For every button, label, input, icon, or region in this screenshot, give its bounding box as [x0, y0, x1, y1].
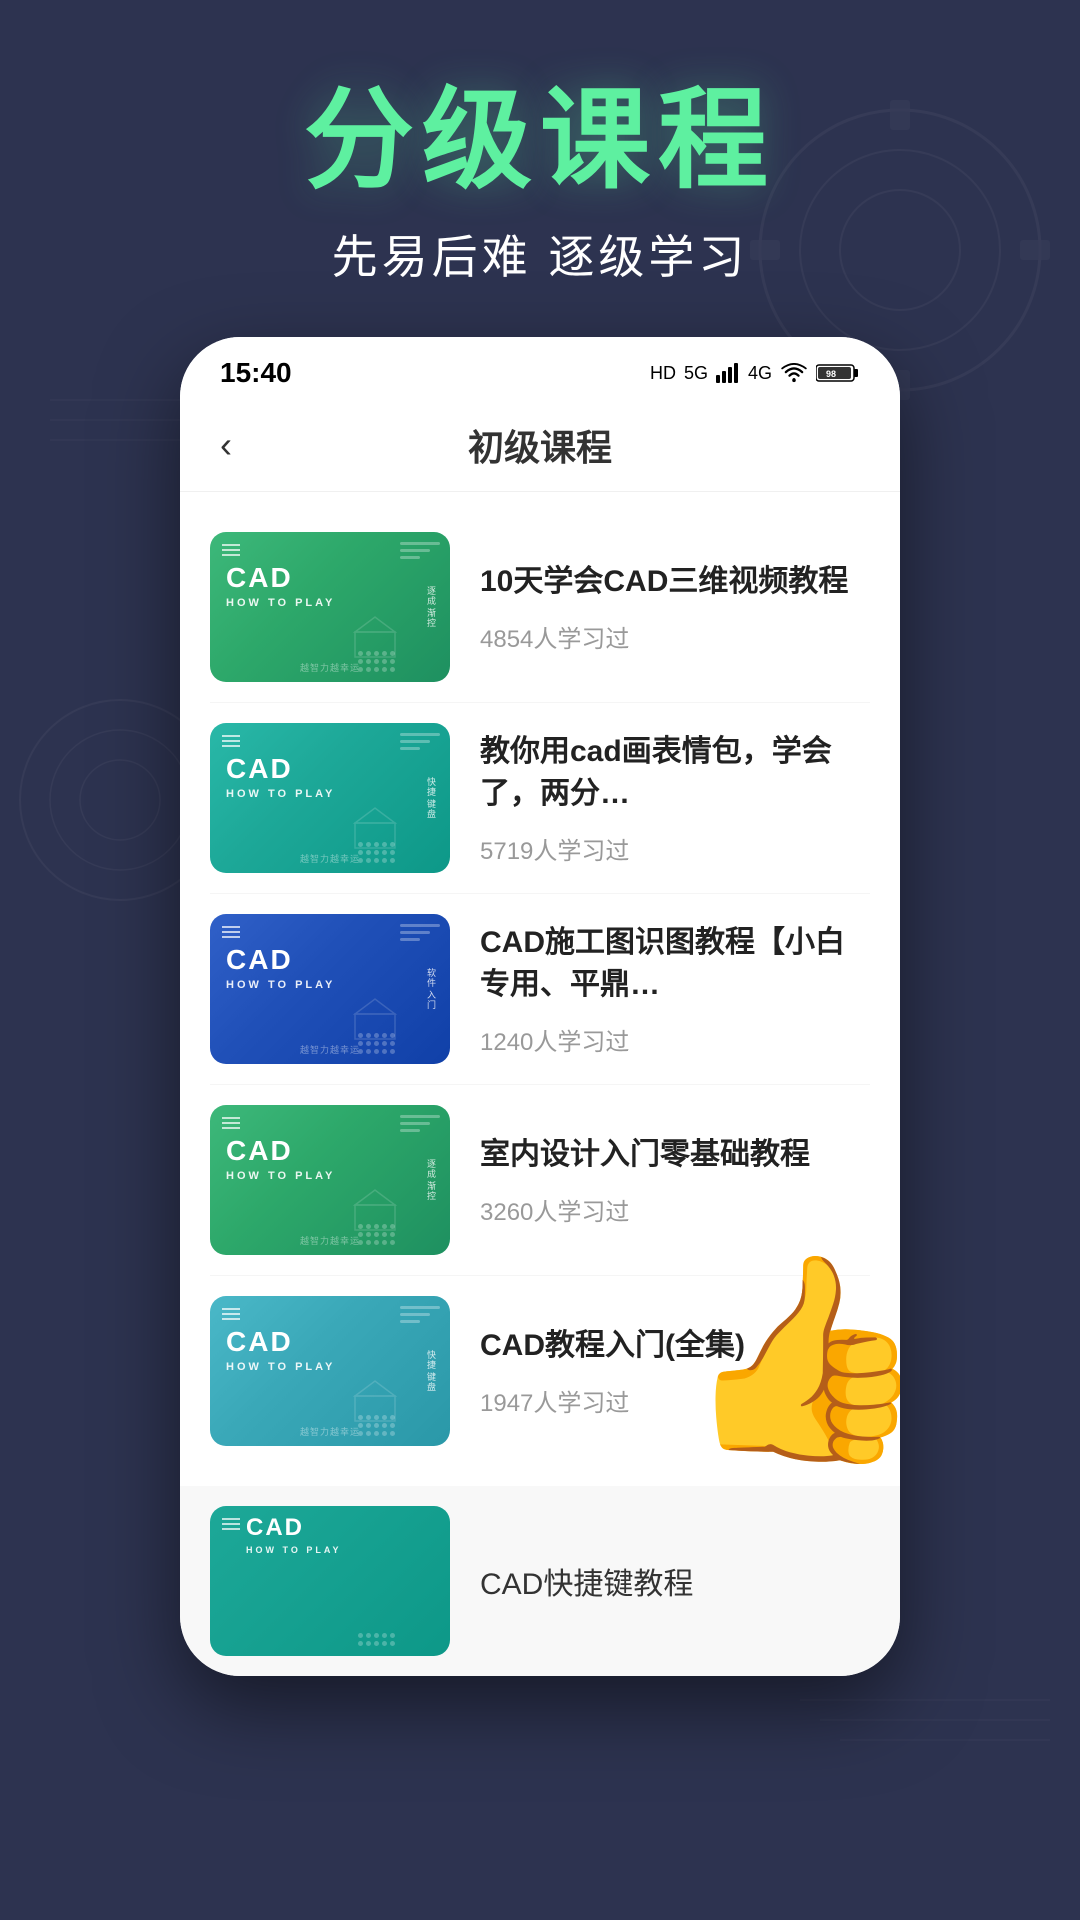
- navigation-bar: ‹ 初级课程: [180, 399, 900, 492]
- course-thumb-6: CAD HOW TO PLAY: [210, 1506, 450, 1656]
- course-info: 室内设计入门零基础教程 3260人学习过: [480, 1134, 870, 1227]
- cad-badge: 快捷 键盘: [425, 777, 438, 819]
- course-thumb-2: CAD HOW TO PLAY 快捷 键盘 越智力越幸运: [210, 723, 450, 873]
- bottom-partial-item[interactable]: CAD HOW TO PLAY CAD快捷键教程: [180, 1486, 900, 1676]
- course-title: 教你用cad画表情包，学会了，两分…: [480, 731, 870, 815]
- subtitle: 先易后难 逐级学习: [304, 221, 776, 287]
- cad-label: CAD: [226, 1135, 450, 1167]
- cad-sublabel: HOW TO PLAY: [226, 597, 450, 609]
- main-title: 分级课程: [304, 80, 776, 201]
- cad-badge: 快捷 键盘: [425, 1350, 438, 1392]
- course-thumb-1: CAD HOW TO PLAY 逐成 渐控 越智力越幸运: [210, 532, 450, 682]
- 4g-indicator: 4G: [748, 363, 772, 384]
- thumb-decoration: 👍: [681, 1241, 900, 1476]
- page-wrapper: 分级课程 先易后难 逐级学习 15:40 HD 5G 4G: [0, 0, 1080, 1676]
- page-title: 初级课程: [468, 419, 612, 471]
- header-section: 分级课程 先易后难 逐级学习: [304, 80, 776, 287]
- course-title: 室内设计入门零基础教程: [480, 1134, 870, 1176]
- cad-sublabel: HOW TO PLAY: [226, 788, 450, 800]
- cad-label: CAD: [226, 1326, 450, 1358]
- course-thumb-3: CAD HOW TO PLAY 软件 入门 越智力越幸运: [210, 914, 450, 1064]
- cad-watermark: 越智力越幸运: [300, 852, 360, 865]
- cad-badge: 逐成 渐控: [425, 1159, 438, 1201]
- course-thumb-4: CAD HOW TO PLAY 逐成 渐控 越智力越幸运: [210, 1105, 450, 1255]
- 5g-indicator: 5G: [684, 363, 708, 384]
- course-title: 10天学会CAD三维视频教程: [480, 561, 870, 603]
- status-time: 15:40: [220, 357, 292, 389]
- course-learners: 4854人学习过: [480, 619, 870, 654]
- course-learners: 3260人学习过: [480, 1192, 870, 1227]
- wifi-icon: [780, 363, 808, 383]
- cad-badge: 逐成 渐控: [425, 586, 438, 628]
- course-title: CAD施工图识图教程【小白专用、平鼎…: [480, 922, 870, 1006]
- signal-icon: [716, 363, 740, 383]
- status-bar: 15:40 HD 5G 4G: [180, 337, 900, 399]
- cad-watermark: 越智力越幸运: [300, 661, 360, 674]
- course-item[interactable]: CAD HOW TO PLAY 快捷 键盘 越智力越幸运 教你用: [210, 703, 870, 894]
- cad-label: CAD: [226, 753, 450, 785]
- course-learners: 5719人学习过: [480, 831, 870, 866]
- cad-watermark: 越智力越幸运: [300, 1043, 360, 1056]
- cad-sublabel: HOW TO PLAY: [226, 1361, 450, 1373]
- back-button[interactable]: ‹: [220, 424, 232, 466]
- course-item[interactable]: CAD HOW TO PLAY 逐成 渐控 越智力越幸运 10天: [210, 512, 870, 703]
- course-learners: 1240人学习过: [480, 1022, 870, 1057]
- hd-indicator: HD: [650, 363, 676, 384]
- course-info: 教你用cad画表情包，学会了，两分… 5719人学习过: [480, 731, 870, 866]
- battery-icon: 98: [816, 362, 860, 384]
- cad-sublabel: HOW TO PLAY: [226, 979, 450, 991]
- phone-mockup: 15:40 HD 5G 4G: [180, 337, 900, 1676]
- cad-badge: 软件 入门: [425, 968, 438, 1010]
- course-thumb-5: CAD HOW TO PLAY 快捷 键盘 越智力越幸运: [210, 1296, 450, 1446]
- bottom-course-title: CAD快捷键教程: [480, 1559, 693, 1603]
- course-item[interactable]: CAD HOW TO PLAY 软件 入门 越智力越幸运 CAD: [210, 894, 870, 1085]
- course-info: CAD施工图识图教程【小白专用、平鼎… 1240人学习过: [480, 922, 870, 1057]
- cad-watermark: 越智力越幸运: [300, 1234, 360, 1247]
- cad-label: CAD: [226, 944, 450, 976]
- cad-watermark: 越智力越幸运: [300, 1425, 360, 1438]
- cad-label: CAD: [226, 562, 450, 594]
- cad-sublabel: HOW TO PLAY: [226, 1170, 450, 1182]
- status-icons: HD 5G 4G: [650, 362, 860, 384]
- course-info: 10天学会CAD三维视频教程 4854人学习过: [480, 561, 870, 654]
- svg-text:98: 98: [826, 369, 836, 379]
- thumbs-up-icon: 👍: [681, 1247, 900, 1470]
